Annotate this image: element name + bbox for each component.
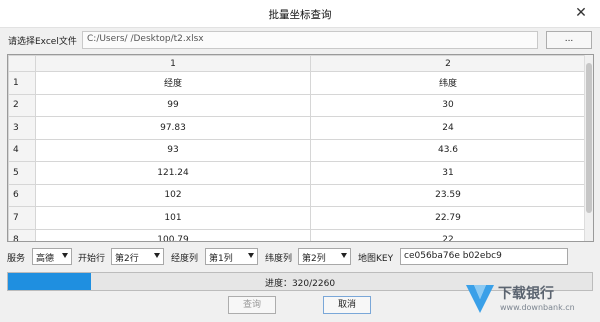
table-row: 2 99 30 [8,93,586,117]
table-cell[interactable]: 经度 [35,71,311,95]
progress-text: 进度：320/2260 [264,279,336,289]
table-cell[interactable]: 121.24 [35,161,311,185]
table-row: 7 101 22.79 [8,206,586,230]
service-select-value: 高德 [36,254,55,264]
table-cell[interactable]: 22 [310,228,586,241]
file-select-row: 请选择Excel文件 C:/Users/ /Desktop/t2.xlsx ..… [0,30,600,50]
start-row-select-value: 第2行 [115,254,139,264]
chevron-down-icon [341,253,347,258]
header-row: 1 2 [8,55,586,72]
table-cell[interactable]: 24 [310,116,586,140]
cancel-button[interactable]: 取消 [323,296,371,314]
progress-bar: 进度：320/2260 [7,272,593,291]
table-row: 3 97.83 24 [8,116,586,140]
table-row: 6 102 23.59 [8,183,586,207]
table-cell[interactable]: 纬度 [310,71,586,95]
table-cell[interactable]: 101 [35,206,311,230]
map-key-input[interactable]: ce056ba76e b02ebc9 [400,248,568,265]
column-header[interactable]: 1 [35,55,311,72]
column-header[interactable]: 2 [310,55,586,72]
table-row: 4 93 43.6 [8,138,586,162]
corner-cell [8,55,36,72]
start-row-label: 开始行 [78,254,106,264]
vertical-scrollbar[interactable] [584,55,593,241]
table-cell[interactable]: 31 [310,161,586,185]
table-cell[interactable]: 43.6 [310,138,586,162]
lon-col-label: 经度列 [171,254,199,264]
chevron-down-icon [154,253,160,258]
chevron-down-icon [62,253,68,258]
window-title: 批量坐标查询 [268,9,332,21]
map-key-label: 地图KEY [358,254,394,264]
title-bar: 批量坐标查询 ✕ [0,0,600,28]
table-row: 8 100.79 22 [8,228,586,241]
row-number[interactable]: 7 [8,206,36,230]
watermark-url: www.downbank.cn [500,303,575,312]
table-cell[interactable]: 23.59 [310,183,586,207]
lat-col-select-value: 第2列 [302,254,326,264]
close-icon[interactable]: ✕ [573,5,589,21]
row-number[interactable]: 8 [8,228,36,241]
browse-button[interactable]: ... [546,31,592,49]
lat-col-select[interactable]: 第2列 [298,248,351,265]
table-cell[interactable]: 99 [35,93,311,117]
file-path-field[interactable]: C:/Users/ /Desktop/t2.xlsx [82,31,538,49]
service-label: 服务 [7,254,26,264]
row-number[interactable]: 2 [8,93,36,117]
lon-col-select-value: 第1列 [209,254,233,264]
table-row: 5 121.24 31 [8,161,586,185]
chevron-down-icon [248,253,254,258]
row-number[interactable]: 6 [8,183,36,207]
table-cell[interactable]: 30 [310,93,586,117]
table-row: 1 经度 纬度 [8,71,586,95]
start-row-select[interactable]: 第2行 [111,248,164,265]
table-cell[interactable]: 102 [35,183,311,207]
lon-col-select[interactable]: 第1列 [205,248,258,265]
data-grid[interactable]: 1 2 1 经度 纬度 2 99 30 3 97.83 24 4 93 43.6 5 121.24… [7,54,594,242]
query-button[interactable]: 查询 [228,296,276,314]
table-cell[interactable]: 97.83 [35,116,311,140]
service-select[interactable]: 高德 [32,248,72,265]
table-cell[interactable]: 93 [35,138,311,162]
lat-col-label: 纬度列 [265,254,293,264]
row-number[interactable]: 5 [8,161,36,185]
table-cell[interactable]: 22.79 [310,206,586,230]
row-number[interactable]: 1 [8,71,36,95]
scrollbar-thumb[interactable] [586,63,592,213]
row-number[interactable]: 4 [8,138,36,162]
row-number[interactable]: 3 [8,116,36,140]
file-label: 请选择Excel文件 [8,37,77,47]
table-cell[interactable]: 100.79 [35,228,311,241]
options-row: 服务 高德 开始行 第2行 经度列 第1列 纬度列 第2列 地图KEY ce05… [0,248,600,266]
